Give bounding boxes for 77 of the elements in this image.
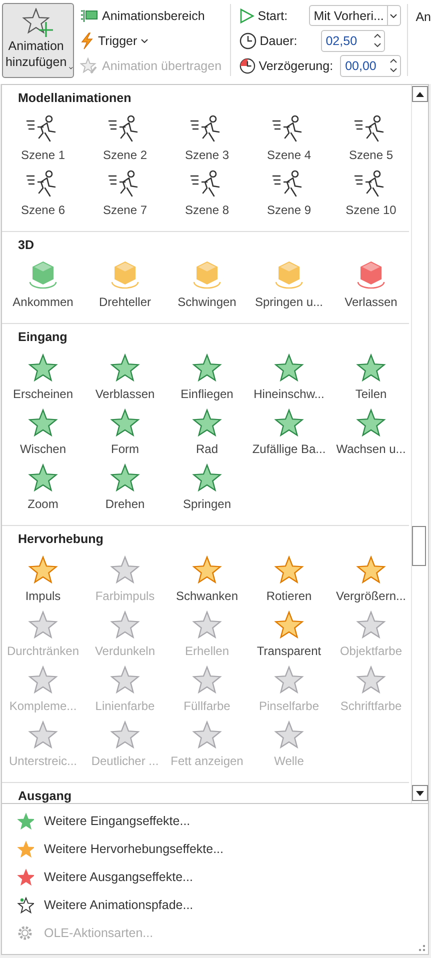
animation-option[interactable]: Schwanken: [166, 548, 248, 603]
command-button[interactable]: Animationsbereich: [80, 3, 224, 28]
menu-item[interactable]: Weitere Eingangseffekte...: [2, 807, 428, 835]
lightning-icon: [80, 32, 94, 50]
section-heading: Hervorhebung: [17, 531, 104, 548]
gear-icon: [16, 924, 34, 942]
pane-icon: [80, 8, 98, 22]
caret-icon: [141, 38, 148, 42]
animation-option[interactable]: Zoom: [2, 456, 84, 511]
animation-option[interactable]: Szene 7: [84, 162, 166, 217]
section-heading: Eingang: [17, 329, 68, 346]
animation-option[interactable]: Wachsen u...: [330, 401, 411, 456]
animation-option[interactable]: Verblassen: [84, 346, 166, 401]
animation-option[interactable]: Szene 5: [330, 107, 411, 162]
animation-option[interactable]: Zufällige Ba...: [248, 401, 330, 456]
animation-option[interactable]: Springen: [166, 456, 248, 511]
scroll-thumb[interactable]: [412, 526, 426, 566]
caret-icon: [69, 66, 73, 70]
add-animation-button[interactable]: Animation hinzufügen: [2, 3, 74, 78]
animation-option[interactable]: Szene 10: [330, 162, 411, 217]
animation-option[interactable]: Wischen: [2, 401, 84, 456]
section-heading: Modellanimationen: [17, 90, 132, 107]
clock-icon: [238, 56, 256, 74]
animation-option[interactable]: Vergrößern...: [330, 548, 411, 603]
play-icon: [238, 8, 255, 24]
animation-option[interactable]: Erscheinen: [2, 346, 84, 401]
scroll-up-button[interactable]: [412, 86, 428, 102]
section-heading: Ausgang: [17, 788, 72, 803]
spinner-field[interactable]: 02,50: [320, 30, 385, 52]
animation-option[interactable]: Szene 8: [166, 162, 248, 217]
animation-option[interactable]: Szene 3: [166, 107, 248, 162]
animation-option[interactable]: Szene 6: [2, 162, 84, 217]
menu-item[interactable]: Weitere Hervorhebungseffekte...: [2, 835, 428, 863]
animation-option[interactable]: Szene 9: [248, 162, 330, 217]
down-arrow-icon: [416, 790, 424, 796]
animation-option[interactable]: Rad: [166, 401, 248, 456]
menu-item[interactable]: Weitere Animationspfade...: [2, 891, 428, 919]
animation-option[interactable]: Ankommen: [2, 254, 84, 309]
animation-option[interactable]: Teilen: [330, 346, 411, 401]
clock-icon: [238, 32, 257, 50]
group-label: An: [416, 9, 431, 26]
animation-option[interactable]: Drehteller: [84, 254, 166, 309]
animation-option[interactable]: Springen u...: [248, 254, 330, 309]
spinner-field[interactable]: 00,00: [340, 54, 401, 76]
spin-up-icon[interactable]: [390, 59, 398, 63]
scroll-down-button[interactable]: [412, 785, 428, 801]
star-plus-icon: [21, 8, 55, 38]
field-label: Verzögerung:: [258, 58, 334, 72]
star-icon: [16, 896, 34, 914]
animation-option[interactable]: Szene 1: [2, 107, 84, 162]
resize-grip-icon[interactable]: [419, 945, 425, 951]
star-icon: [16, 840, 34, 858]
animation-option[interactable]: Transparent: [248, 603, 330, 658]
star-icon: [16, 868, 34, 886]
animation-option[interactable]: Schwingen: [166, 254, 248, 309]
spin-down-icon[interactable]: [390, 68, 398, 72]
section-heading: 3D: [17, 237, 35, 254]
animation-option[interactable]: Hineinschw...: [248, 346, 330, 401]
up-arrow-icon: [416, 92, 424, 96]
animation-option[interactable]: Drehen: [84, 456, 166, 511]
menu-item[interactable]: Weitere Ausgangseffekte...: [2, 863, 428, 891]
field-label: Dauer:: [260, 34, 298, 48]
animation-option[interactable]: Rotieren: [248, 548, 330, 603]
animation-option[interactable]: Szene 4: [248, 107, 330, 162]
animation-option[interactable]: Form: [84, 401, 166, 456]
dropdown-field[interactable]: Mit Vorheri...: [308, 5, 401, 26]
caret-icon: [390, 14, 398, 18]
field-label: Start:: [258, 8, 288, 22]
spin-up-icon[interactable]: [374, 34, 382, 38]
animation-option[interactable]: Verlassen: [330, 254, 411, 309]
animation-option[interactable]: Impuls: [2, 548, 84, 603]
star-icon: [16, 812, 34, 830]
animation-option[interactable]: Szene 2: [84, 107, 166, 162]
animation-option[interactable]: Einfliegen: [166, 346, 248, 401]
star-brush-icon: [80, 56, 98, 74]
command-button[interactable]: Trigger: [80, 28, 224, 53]
spin-down-icon[interactable]: [374, 43, 382, 47]
